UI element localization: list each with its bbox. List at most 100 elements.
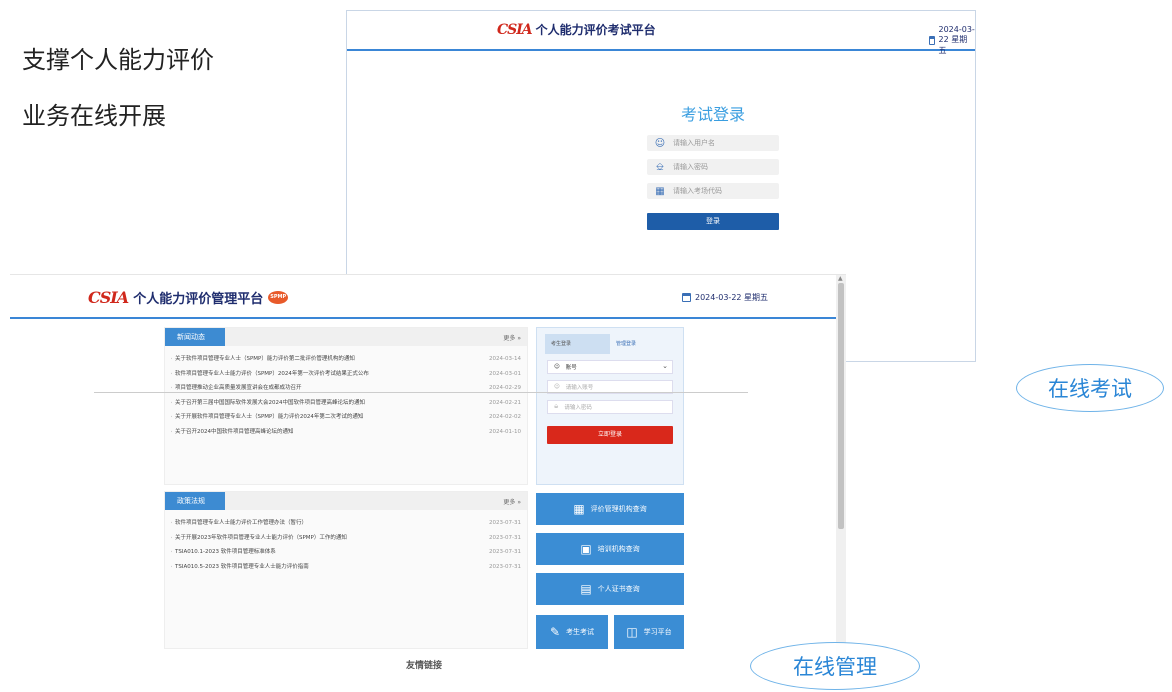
cert-query-button[interactable]: ▤ 个人证书查询 [536,573,684,605]
mgmt-login-panel: 考生登录 管理登录 ☺ 账号 ⌄ ☺ 请输入账号 ⎒ 请输入密码 立即登录 [536,327,684,485]
policy-more-link[interactable]: 更多 » [503,497,521,506]
tagline: 支撑个人能力评价 业务在线开展 [22,32,214,144]
news-item-date: 2024-01-10 [489,428,521,435]
news-item[interactable]: 关于召开第三届中国国际软件发展大会2024中国软件项目管理高峰论坛的通知 2024… [171,396,521,411]
user-icon: ☺ [554,364,560,370]
exam-date: 2024-03-22 星期五 [929,25,975,56]
cert-query-label: 个人证书查询 [597,585,640,593]
building-icon: ▦ [655,185,665,197]
exam-site-code-field[interactable]: ▦ 请输入考场代码 [647,183,779,199]
exam-login-button[interactable]: 登录 [647,213,779,230]
policy-panel: 政策法规 更多 » 软件项目管理专业人士能力评价工作管理办法（暂行） 2023-0… [164,491,528,649]
policy-item-date: 2023-07-31 [489,534,521,541]
exam-username-field[interactable]: ☺ 请输入用户名 [647,135,779,151]
news-item-title: 软件项目管理专业人士能力评价（SPMP）2024年第一次评价考试结果正式公布 [171,367,369,382]
certificate-icon: ▤ [580,582,592,596]
policy-item[interactable]: 关于开展2023年软件项目管理专业人士能力评价（SPMP）工作的通知 2023-0… [171,531,521,546]
exam-date-text: 2024-03-22 星期五 [938,25,975,55]
training-query-button[interactable]: ▣ 培训机构查询 [536,533,684,565]
csia-logo-icon: CSIA [497,21,533,38]
news-item[interactable]: 关于软件项目管理专业人士（SPMP）能力评价第二批评价管理机构的通知 2024-0… [171,352,521,367]
password-input[interactable]: ⎒ 请输入密码 [547,400,673,414]
news-item-date: 2024-02-02 [489,414,521,420]
candidate-exam-label: 考生考试 [566,628,595,636]
news-item-title: 关于召开第三届中国国际软件发展大会2024中国软件项目管理高峰论坛的通知 [171,396,365,411]
study-platform-button[interactable]: ◫ 学习平台 [614,615,684,649]
exam-logo[interactable]: CSIA 个人能力评价考试平台 [497,21,656,38]
news-panel: 新闻动态 更多 » 关于软件项目管理专业人士（SPMP）能力评价第二批评价管理机… [164,327,528,485]
tagline-line-1: 支撑个人能力评价 [22,46,214,74]
news-item[interactable]: 关于开展软件项目管理专业人士（SPMP）能力评价2024年第二次考试的通知 202… [171,410,521,425]
calendar-icon [929,36,935,45]
password-placeholder: 请输入密码 [564,405,592,411]
mgmt-date-text: 2024-03-22 星期五 [695,293,769,302]
policy-item[interactable]: TSIA010.1-2023 软件项目管理标准体系 2023-07-31 [171,545,521,560]
footer-divider [94,392,748,393]
mgmt-header: CSIA 个人能力评价管理平台 SPMP 2024-03-22 星期五 [10,275,846,319]
exam-platform-title: 个人能力评价考试平台 [535,23,656,37]
policy-item-title: TSIA010.5-2023 软件项目管理专业人士能力评价指南 [171,560,309,575]
policy-tab[interactable]: 政策法规 [165,492,225,510]
lock-icon: ⎒ [656,161,664,173]
user-icon: ☺ [654,137,666,149]
policy-item-title: TSIA010.1-2023 软件项目管理标准体系 [171,545,276,560]
news-item-title: 关于开展软件项目管理专业人士（SPMP）能力评价2024年第二次考试的通知 [171,410,363,425]
news-item[interactable]: 软件项目管理专业人士能力评价（SPMP）2024年第一次评价考试结果正式公布 20… [171,367,521,382]
lock-icon: ⎒ [554,403,559,410]
exam-login-form: 考试登录 ☺ 请输入用户名 ⎒ 请输入密码 ▦ 请输入考场代码 登录 [647,101,779,230]
news-more-link[interactable]: 更多 » [503,333,521,342]
scroll-thumb[interactable] [838,283,844,529]
candidate-exam-button[interactable]: ✎ 考生考试 [536,615,608,649]
user-icon: ☺ [554,384,560,390]
tagline-line-2: 业务在线开展 [22,102,166,130]
book-icon: ◫ [626,625,638,639]
tab-admin-login[interactable]: 管理登录 [610,334,675,354]
policy-item-title: 软件项目管理专业人士能力评价工作管理办法（暂行） [171,516,307,531]
news-item-date: 2024-03-14 [489,356,521,362]
org-query-label: 评价管理机构查询 [590,505,647,513]
policy-list: 软件项目管理专业人士能力评价工作管理办法（暂行） 2023-07-31 关于开展2… [165,510,527,574]
spmp-badge: SPMP [268,291,289,304]
news-item-date: 2024-02-21 [489,399,521,406]
training-query-label: 培训机构查询 [597,545,640,553]
login-type-select[interactable]: ☺ 账号 ⌄ [547,360,673,374]
org-query-button[interactable]: ▦ 评价管理机构查询 [536,493,684,525]
news-item[interactable]: 项目管理推动企业高质量发展宣讲会在成都成功召开 2024-02-29 [171,381,521,396]
policy-panel-header: 政策法规 更多 » [165,492,527,510]
chevron-down-icon: ⌄ [662,362,668,370]
policy-item-title: 关于开展2023年软件项目管理专业人士能力评价（SPMP）工作的通知 [171,531,347,546]
news-item-date: 2024-02-29 [489,385,521,391]
mgmt-platform-title: 个人能力评价管理平台 [133,292,264,307]
news-tab[interactable]: 新闻动态 [165,328,225,346]
policy-item[interactable]: 软件项目管理专业人士能力评价工作管理办法（暂行） 2023-07-31 [171,516,521,531]
exam-site-code-placeholder: 请输入考场代码 [673,187,722,195]
news-item-date: 2024-03-01 [489,370,521,377]
exam-password-placeholder: 请输入密码 [673,163,708,171]
mgmt-logo[interactable]: CSIA 个人能力评价管理平台 SPMP [88,288,289,307]
calendar-icon [682,293,691,302]
vertical-scrollbar[interactable]: ▲ [836,275,846,667]
policy-item[interactable]: TSIA010.5-2023 软件项目管理专业人士能力评价指南 2023-07-3… [171,560,521,575]
login-tabs: 考生登录 管理登录 [545,334,675,354]
school-icon: ▣ [580,542,592,556]
news-panel-header: 新闻动态 更多 » [165,328,527,346]
login-now-button[interactable]: 立即登录 [547,426,673,444]
policy-item-date: 2023-07-31 [489,520,521,526]
news-item-title: 关于召开2024中国软件项目管理高峰论坛的通知 [171,425,294,440]
csia-logo-icon: CSIA [88,288,129,307]
login-type-value: 账号 [565,365,577,371]
tab-candidate-login[interactable]: 考生登录 [545,334,610,354]
news-item[interactable]: 关于召开2024中国软件项目管理高峰论坛的通知 2024-01-10 [171,425,521,440]
policy-item-date: 2023-07-31 [489,549,521,555]
exam-header: CSIA 个人能力评价考试平台 2024-03-22 星期五 [347,11,975,55]
study-platform-label: 学习平台 [643,628,672,636]
account-placeholder: 请输入账号 [565,385,594,391]
scroll-up-icon[interactable]: ▲ [838,275,843,282]
exam-password-field[interactable]: ⎒ 请输入密码 [647,159,779,175]
exam-login-heading: 考试登录 [680,105,745,124]
exam-username-placeholder: 请输入用户名 [673,139,715,147]
news-item-title: 关于软件项目管理专业人士（SPMP）能力评价第二批评价管理机构的通知 [171,352,355,367]
callout-online-manage: 在线管理 [750,642,920,690]
building-search-icon: ▦ [573,502,585,516]
exam-icon: ✎ [549,625,561,639]
